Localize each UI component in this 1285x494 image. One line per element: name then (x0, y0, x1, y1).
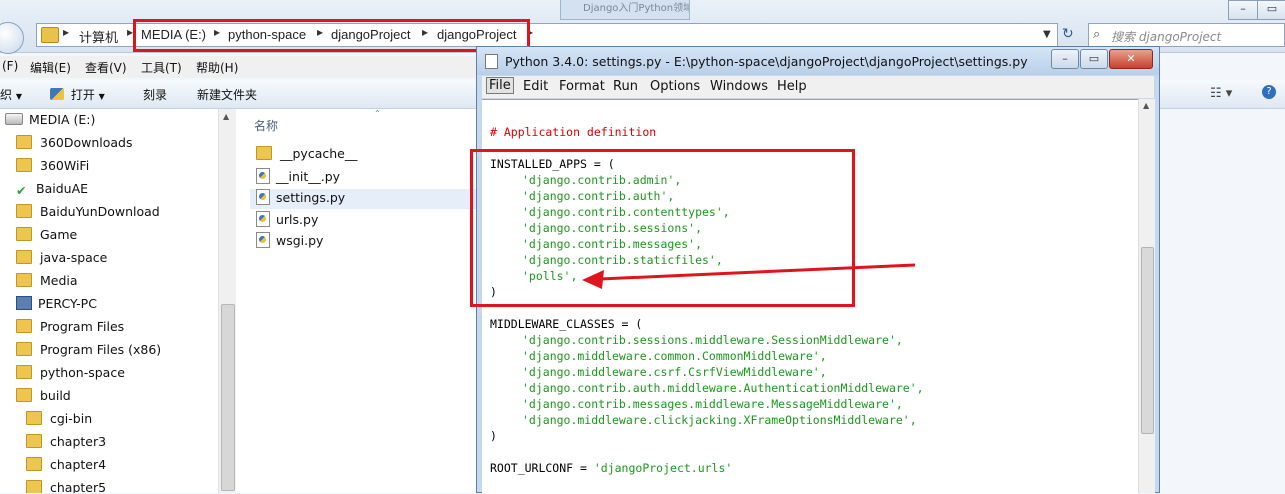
arrow-shaft (599, 263, 916, 281)
annotation-arrow (582, 263, 916, 289)
arrow-head (582, 270, 604, 289)
